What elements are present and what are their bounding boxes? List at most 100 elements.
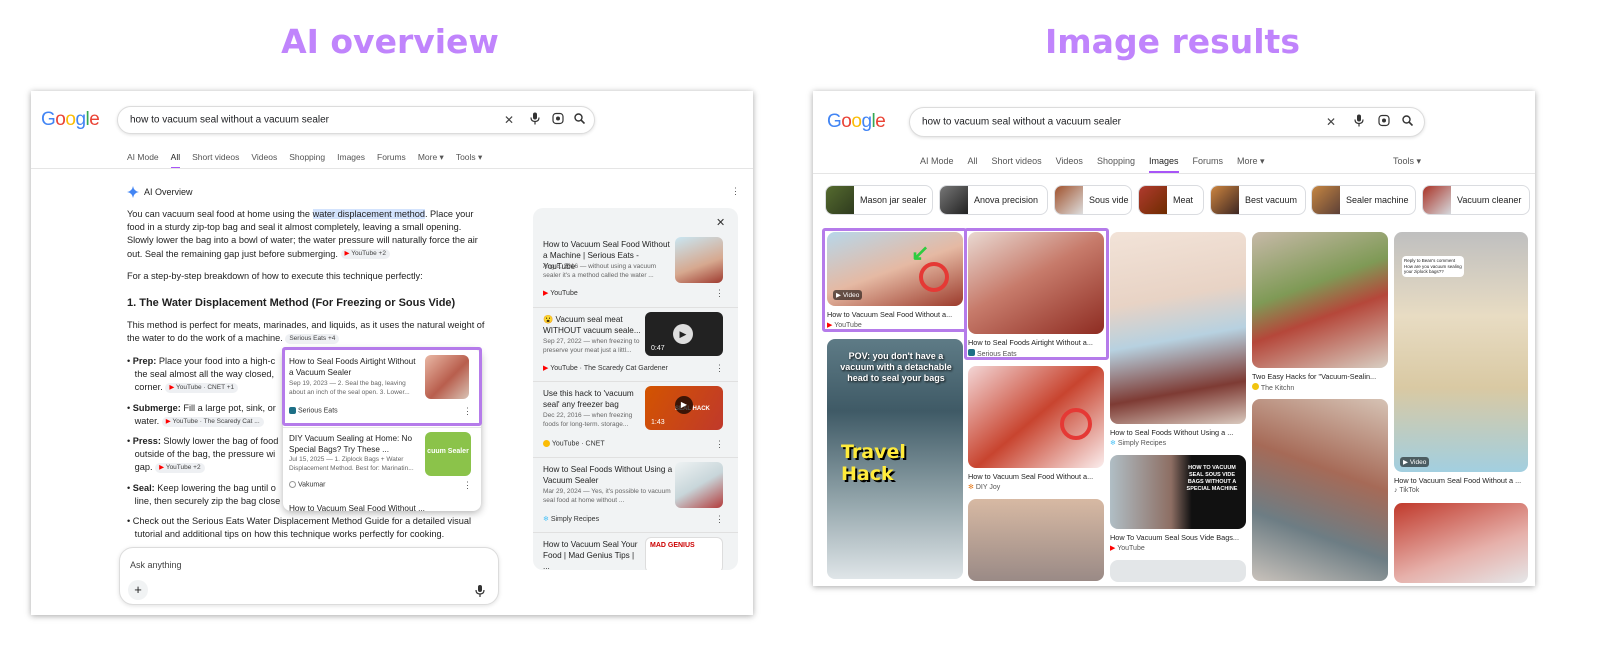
search-box[interactable]: how to vacuum seal without a vacuum seal…	[117, 106, 595, 134]
lens-icon[interactable]	[552, 112, 564, 128]
heading-image-results: Image results	[1045, 22, 1300, 61]
highlight-box	[822, 228, 967, 332]
clear-icon[interactable]: ✕	[1326, 115, 1336, 129]
image-result[interactable]	[968, 499, 1104, 581]
citation-chip[interactable]: ▶ YouTube +2	[155, 462, 205, 473]
popup-card-3-title[interactable]: How to Vacuum Seal Food Without ...	[289, 503, 429, 511]
source-thumbnail	[675, 237, 723, 283]
source-thumbnail: MAD GENIUS	[645, 537, 723, 570]
search-icon[interactable]	[1402, 115, 1414, 129]
tab-tools[interactable]: Tools ▾	[1393, 156, 1421, 167]
chip-sealer-machine[interactable]: Sealer machine	[1311, 185, 1416, 215]
bullet-prep: • Prep: Place your food into a high-c th…	[127, 356, 276, 393]
ai-overview-label: AI Overview	[144, 187, 193, 197]
ask-anything-box[interactable]: Ask anything +	[119, 547, 499, 605]
bullet-guide: • Check out the Serious Eats Water Displ…	[127, 516, 472, 540]
tab-all[interactable]: All	[968, 156, 978, 173]
ai-intro-paragraph: You can vacuum seal food at home using t…	[127, 209, 478, 260]
image-caption[interactable]: Two Easy Hacks for "Vacuum-Sealin...	[1252, 372, 1376, 381]
source-card[interactable]: How to Vacuum Seal Your Food | Mad Geniu…	[533, 533, 738, 570]
tab-videos[interactable]: Videos	[251, 152, 277, 169]
image-results-screenshot: Google how to vacuum seal without a vacu…	[813, 91, 1535, 586]
source-card[interactable]: Use this hack to 'vacuum seal' any freez…	[533, 382, 738, 458]
source-card[interactable]: How to Seal Foods Without Using a Vacuum…	[533, 458, 738, 533]
tab-shopping[interactable]: Shopping	[1097, 156, 1135, 173]
chip-anova-precision[interactable]: Anova precision	[939, 185, 1048, 215]
tab-more[interactable]: More ▾	[1237, 156, 1265, 173]
chip-best-vacuum[interactable]: Best vacuum	[1210, 185, 1306, 215]
search-query[interactable]: how to vacuum seal without a vacuum seal…	[130, 115, 329, 126]
image-result[interactable]: Reply to Bean's comment How are you vacu…	[1394, 232, 1528, 472]
tab-forums[interactable]: Forums	[377, 152, 406, 169]
video-badge: ▶ Video	[1400, 457, 1430, 467]
close-icon[interactable]: ✕	[716, 216, 725, 229]
chip-meat[interactable]: Meat	[1138, 185, 1204, 215]
tab-forums[interactable]: Forums	[1193, 156, 1224, 173]
image-source[interactable]: The Kitchn	[1252, 383, 1294, 392]
tab-images[interactable]: Images	[1148, 156, 1179, 173]
more-options-icon[interactable]: ⋮	[731, 186, 740, 197]
gemini-sparkle-icon	[127, 186, 139, 198]
ai-overview-header: AI Overview	[127, 186, 193, 198]
video-thumbnail: SEAL HACK ▶ 1:43	[645, 386, 723, 430]
microphone-icon[interactable]	[475, 584, 485, 602]
tab-images[interactable]: Images	[337, 152, 365, 169]
popup-thumbnail: cuum Sealer	[425, 432, 471, 476]
chip-sous-vide[interactable]: Sous vide	[1054, 185, 1132, 215]
tab-short-videos[interactable]: Short videos	[992, 156, 1042, 173]
image-source[interactable]: ✻ DIY Joy	[968, 483, 1000, 491]
bullet-press: • Press: Slowly lower the bag of food ou…	[127, 436, 279, 473]
source-card[interactable]: How to Vacuum Seal Food Without a Machin…	[533, 233, 738, 308]
section-title: 1. The Water Displacement Method (For Fr…	[127, 297, 456, 309]
image-result[interactable]	[968, 366, 1104, 468]
image-result[interactable]	[1394, 503, 1528, 583]
search-tabs: AI Mode All Short videos Videos Shopping…	[127, 152, 482, 169]
image-source[interactable]: ❄ Simply Recipes	[1110, 439, 1166, 447]
google-logo[interactable]: Google	[41, 109, 100, 131]
tab-shopping[interactable]: Shopping	[289, 152, 325, 169]
lens-icon[interactable]	[1378, 114, 1390, 130]
image-result[interactable]: HOW TO VACUUM SEAL SOUS VIDE BAGS WITHOU…	[1110, 455, 1246, 529]
image-caption[interactable]: How to Seal Foods Without Using a ...	[1110, 428, 1233, 437]
tab-all[interactable]: All	[170, 152, 181, 169]
image-result[interactable]	[1252, 399, 1388, 581]
popup-card-2[interactable]: DIY Vacuum Sealing at Home: No Special B…	[283, 427, 481, 497]
source-card[interactable]: 😮 Vacuum seal meat WITHOUT vacuum seale.…	[533, 308, 738, 382]
image-caption[interactable]: How to Vacuum Seal Food Without a ...	[1394, 476, 1521, 485]
search-query[interactable]: how to vacuum seal without a vacuum seal…	[922, 117, 1121, 128]
image-result[interactable]	[1110, 232, 1246, 424]
tab-videos[interactable]: Videos	[1056, 156, 1083, 173]
clear-icon[interactable]: ✕	[504, 113, 514, 127]
tab-more[interactable]: More ▾	[418, 152, 444, 169]
highlight-box	[282, 347, 482, 426]
add-icon[interactable]: +	[128, 580, 148, 600]
search-box[interactable]: how to vacuum seal without a vacuum seal…	[909, 107, 1425, 137]
citation-chip[interactable]: ▶ YouTube · The Scaredy Cat ...	[161, 416, 264, 427]
image-caption[interactable]: How to Vacuum Seal Food Without a...	[968, 472, 1093, 481]
image-source[interactable]: ▶ YouTube	[1110, 544, 1145, 552]
tab-short-videos[interactable]: Short videos	[192, 152, 239, 169]
citation-chip[interactable]: Serious Eats +4	[285, 333, 340, 344]
search-tabs: AI Mode All Short videos Videos Shopping…	[920, 156, 1265, 173]
image-result[interactable]: POV: you don't have a vacuum with a deta…	[827, 339, 963, 579]
highlight-box	[964, 228, 1109, 360]
microphone-icon[interactable]	[1354, 114, 1364, 130]
ai-overview-screenshot: Google how to vacuum seal without a vacu…	[31, 91, 753, 615]
image-result[interactable]	[1110, 560, 1246, 582]
search-icon[interactable]	[574, 113, 586, 127]
tab-ai-mode[interactable]: AI Mode	[127, 152, 159, 169]
chip-vacuum-cleaner[interactable]: Vacuum cleaner	[1422, 185, 1530, 215]
video-thumbnail: ▶ 0:47	[645, 312, 723, 356]
image-result[interactable]	[1252, 232, 1388, 368]
citation-chip[interactable]: ▶ YouTube · CNET +1	[165, 382, 239, 393]
ask-input[interactable]: Ask anything	[130, 560, 182, 570]
google-logo[interactable]: Google	[827, 111, 886, 133]
tab-tools[interactable]: Tools ▾	[456, 152, 482, 169]
image-caption[interactable]: How To Vacuum Seal Sous Vide Bags...	[1110, 533, 1239, 542]
image-source[interactable]: ♪ TikTok	[1394, 487, 1419, 494]
tab-ai-mode[interactable]: AI Mode	[920, 156, 954, 173]
microphone-icon[interactable]	[530, 112, 540, 128]
chip-mason-jar-sealer[interactable]: Mason jar sealer	[825, 185, 933, 215]
source-thumbnail	[675, 462, 723, 508]
citation-chip[interactable]: ▶ YouTube +2	[340, 249, 390, 260]
